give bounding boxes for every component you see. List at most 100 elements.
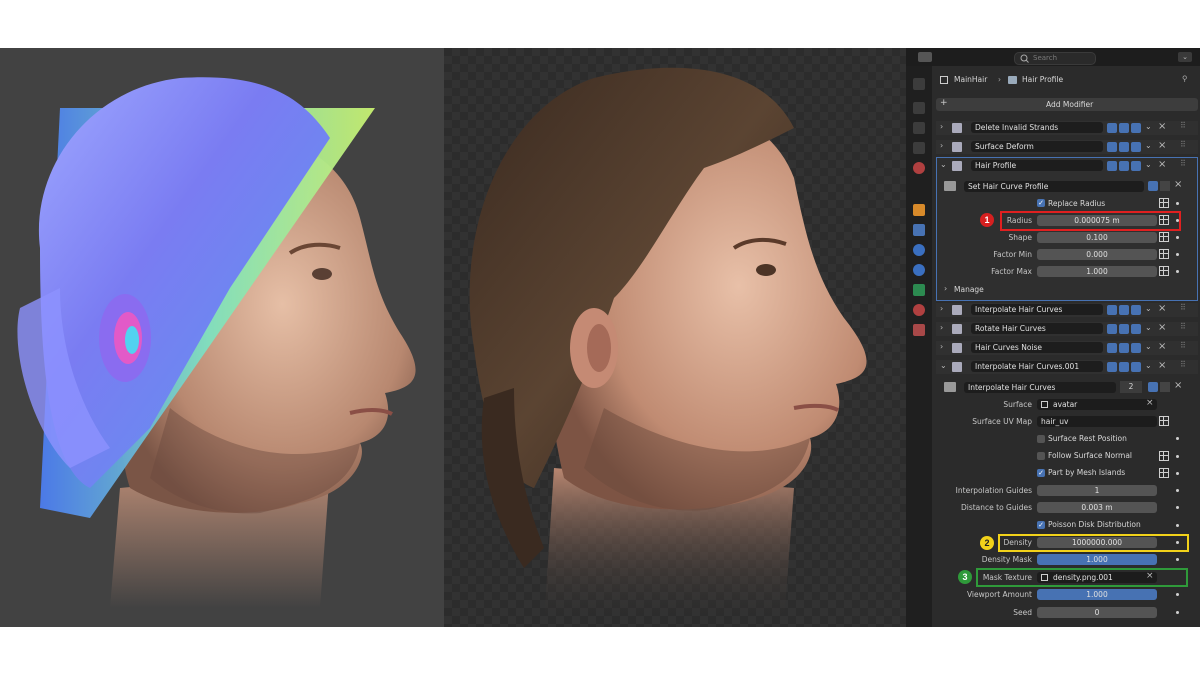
modifier-name-field[interactable]: Interpolate Hair Curves.001 bbox=[971, 361, 1103, 372]
surface-uv-field[interactable]: hair_uv bbox=[1037, 416, 1157, 427]
input-attribute-toggle-icon[interactable] bbox=[1159, 266, 1169, 276]
replace-radius-checkbox[interactable]: ✓ bbox=[1037, 199, 1045, 207]
modifier-name-field[interactable]: Hair Curves Noise bbox=[971, 342, 1103, 353]
modifier-name-field[interactable]: Rotate Hair Curves bbox=[971, 323, 1103, 334]
edit-mode-toggle-icon[interactable] bbox=[1107, 123, 1117, 133]
node-tree-icon[interactable] bbox=[944, 382, 956, 392]
dropdown-icon[interactable]: ⌄ bbox=[1145, 160, 1152, 169]
viewport-toggle-icon[interactable] bbox=[1119, 161, 1129, 171]
dropdown-icon[interactable]: ⌄ bbox=[1145, 122, 1152, 131]
tab-texture[interactable] bbox=[913, 324, 925, 336]
dist-guides-field[interactable]: 0.003 m bbox=[1037, 502, 1157, 513]
drag-handle-icon[interactable]: ⠿ bbox=[1180, 322, 1186, 331]
tab-modifiers[interactable] bbox=[913, 224, 925, 236]
dropdown-icon[interactable]: ⌄ bbox=[1145, 342, 1152, 351]
node-group-field[interactable]: Set Hair Curve Profile bbox=[964, 181, 1144, 192]
viewport-toggle-icon[interactable] bbox=[1119, 343, 1129, 353]
breadcrumb-object[interactable]: MainHair bbox=[954, 75, 987, 84]
drag-handle-icon[interactable]: ⠿ bbox=[1180, 159, 1186, 168]
delete-modifier-icon[interactable]: × bbox=[1158, 121, 1166, 132]
factor-min-field[interactable]: 0.000 bbox=[1037, 249, 1157, 260]
density-mask-slider[interactable]: 1.000 bbox=[1037, 554, 1157, 565]
fake-user-icon[interactable] bbox=[1148, 181, 1158, 191]
edit-mode-toggle-icon[interactable] bbox=[1107, 142, 1117, 152]
modifier-name-field[interactable]: Surface Deform bbox=[971, 141, 1103, 152]
keyframe-dot-icon[interactable] bbox=[1176, 202, 1179, 205]
keyframe-dot-icon[interactable] bbox=[1176, 270, 1179, 273]
breadcrumb-modifier[interactable]: Hair Profile bbox=[1022, 75, 1063, 84]
factor-max-field[interactable]: 1.000 bbox=[1037, 266, 1157, 277]
unlink-icon[interactable]: × bbox=[1174, 179, 1182, 190]
tab-view-layer[interactable] bbox=[913, 142, 925, 154]
pin-icon[interactable]: ⚲ bbox=[1182, 74, 1188, 83]
node-group-field[interactable]: Interpolate Hair Curves bbox=[964, 382, 1116, 393]
keyframe-dot-icon[interactable] bbox=[1176, 611, 1179, 614]
interp-guides-field[interactable]: 1 bbox=[1037, 485, 1157, 496]
delete-modifier-icon[interactable]: × bbox=[1158, 322, 1166, 333]
collapse-chevron-icon[interactable]: ⌄ bbox=[940, 361, 947, 370]
keyframe-dot-icon[interactable] bbox=[1176, 472, 1179, 475]
keyframe-dot-icon[interactable] bbox=[1176, 489, 1179, 492]
delete-modifier-icon[interactable]: × bbox=[1158, 159, 1166, 170]
surface-rest-checkbox[interactable] bbox=[1037, 435, 1045, 443]
drag-handle-icon[interactable]: ⠿ bbox=[1180, 341, 1186, 350]
modifier-name-field[interactable]: Hair Profile bbox=[971, 160, 1103, 171]
viewport-toggle-icon[interactable] bbox=[1119, 305, 1129, 315]
seed-field[interactable]: 0 bbox=[1037, 607, 1157, 618]
render-toggle-icon[interactable] bbox=[1131, 324, 1141, 334]
input-attribute-toggle-icon[interactable] bbox=[1159, 468, 1169, 478]
render-toggle-icon[interactable] bbox=[1131, 362, 1141, 372]
dropdown-icon[interactable]: ⌄ bbox=[1145, 304, 1152, 313]
tab-particles[interactable] bbox=[913, 244, 925, 256]
input-attribute-toggle-icon[interactable] bbox=[1159, 198, 1169, 208]
drag-handle-icon[interactable]: ⠿ bbox=[1180, 121, 1186, 130]
edit-mode-toggle-icon[interactable] bbox=[1107, 343, 1117, 353]
tab-physics[interactable] bbox=[913, 264, 925, 276]
dropdown-icon[interactable]: ⌄ bbox=[1145, 323, 1152, 332]
modifier-delete-invalid-strands[interactable]: › Delete Invalid Strands ⌄ × ⠿ bbox=[936, 121, 1198, 135]
duplicate-icon[interactable] bbox=[1160, 181, 1170, 191]
delete-modifier-icon[interactable]: × bbox=[1158, 341, 1166, 352]
render-toggle-icon[interactable] bbox=[1131, 123, 1141, 133]
search-input[interactable]: Search bbox=[1014, 52, 1096, 65]
user-count-badge[interactable]: 2 bbox=[1120, 381, 1142, 393]
editor-type-icon[interactable] bbox=[918, 52, 932, 62]
delete-modifier-icon[interactable]: × bbox=[1158, 140, 1166, 151]
duplicate-icon[interactable] bbox=[1160, 382, 1170, 392]
expand-chevron-icon[interactable]: › bbox=[940, 342, 943, 351]
tab-data[interactable] bbox=[913, 284, 925, 296]
keyframe-dot-icon[interactable] bbox=[1176, 437, 1179, 440]
add-modifier-button[interactable]: + Add Modifier bbox=[936, 98, 1198, 111]
input-attribute-toggle-icon[interactable] bbox=[1159, 232, 1169, 242]
tab-output[interactable] bbox=[913, 122, 925, 134]
input-attribute-toggle-icon[interactable] bbox=[1159, 451, 1169, 461]
render-toggle-icon[interactable] bbox=[1131, 305, 1141, 315]
clear-field-icon[interactable]: × bbox=[1146, 398, 1154, 408]
tab-material[interactable] bbox=[913, 304, 925, 316]
delete-modifier-icon[interactable]: × bbox=[1158, 303, 1166, 314]
input-attribute-toggle-icon[interactable] bbox=[1159, 249, 1169, 259]
fake-user-icon[interactable] bbox=[1148, 382, 1158, 392]
keyframe-dot-icon[interactable] bbox=[1176, 253, 1179, 256]
part-mesh-checkbox[interactable]: ✓ bbox=[1037, 469, 1045, 477]
render-toggle-icon[interactable] bbox=[1131, 161, 1141, 171]
edit-mode-toggle-icon[interactable] bbox=[1107, 324, 1117, 334]
delete-modifier-icon[interactable]: × bbox=[1158, 360, 1166, 371]
edit-mode-toggle-icon[interactable] bbox=[1107, 161, 1117, 171]
drag-handle-icon[interactable]: ⠿ bbox=[1180, 360, 1186, 369]
modifier-interpolate-hair-curves[interactable]: › Interpolate Hair Curves ⌄ × ⠿ bbox=[936, 303, 1198, 317]
edit-mode-toggle-icon[interactable] bbox=[1107, 305, 1117, 315]
modifier-interpolate-hair-curves-001[interactable]: ⌄ Interpolate Hair Curves.001 ⌄ × ⠿ bbox=[936, 360, 1198, 374]
tab-scene[interactable] bbox=[913, 162, 925, 174]
surface-field[interactable]: avatar bbox=[1037, 399, 1157, 410]
modifier-hair-curves-noise[interactable]: › Hair Curves Noise ⌄ × ⠿ bbox=[936, 341, 1198, 355]
render-toggle-icon[interactable] bbox=[1131, 142, 1141, 152]
viewport-toggle-icon[interactable] bbox=[1119, 142, 1129, 152]
keyframe-dot-icon[interactable] bbox=[1176, 455, 1179, 458]
unlink-icon[interactable]: × bbox=[1174, 380, 1182, 391]
viewport-toggle-icon[interactable] bbox=[1119, 324, 1129, 334]
panel-options-dropdown[interactable]: ⌄ bbox=[1178, 52, 1192, 62]
modifier-rotate-hair-curves[interactable]: › Rotate Hair Curves ⌄ × ⠿ bbox=[936, 322, 1198, 336]
tab-object[interactable] bbox=[913, 204, 925, 216]
expand-chevron-icon[interactable]: › bbox=[940, 304, 943, 313]
